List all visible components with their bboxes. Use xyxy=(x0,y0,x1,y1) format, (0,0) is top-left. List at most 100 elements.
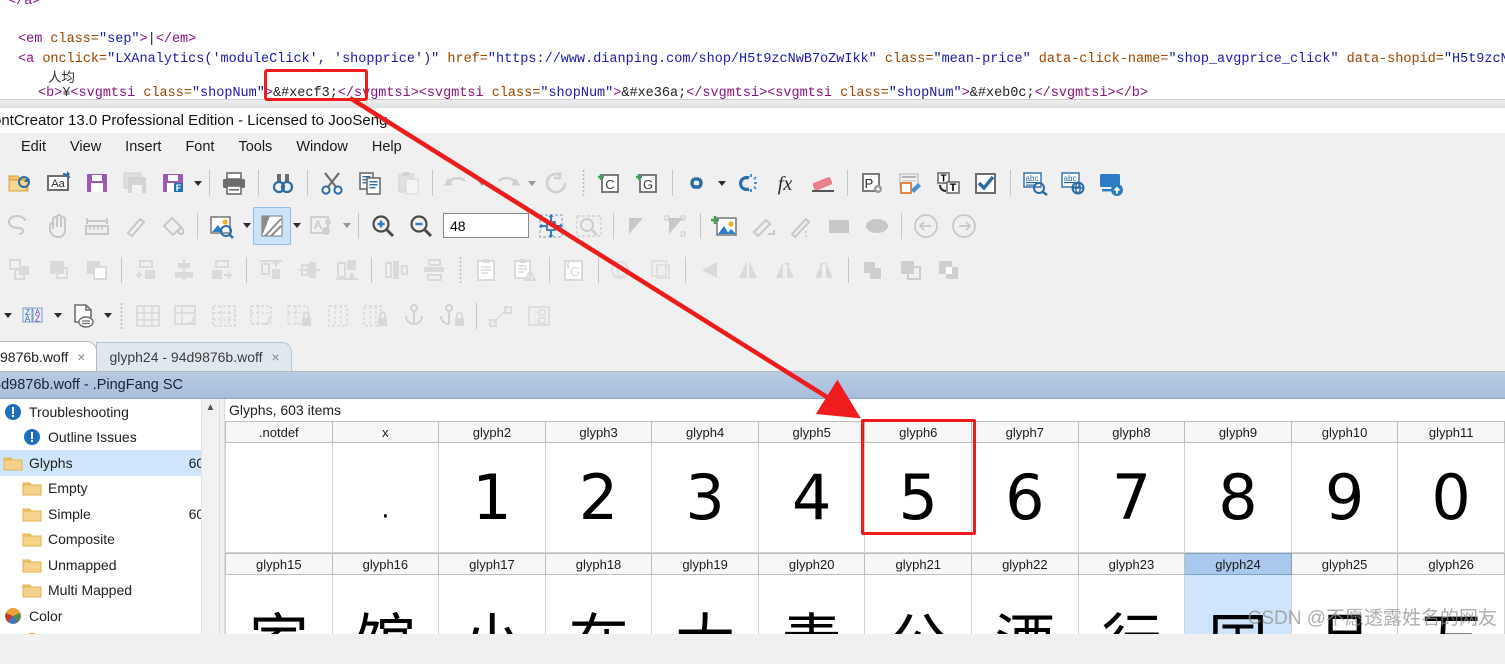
undo-caret-down-icon[interactable] xyxy=(476,164,488,202)
glyph-cell[interactable]: 2 xyxy=(545,443,653,553)
redo-caret-down-icon[interactable] xyxy=(526,164,538,202)
toolbar-grip[interactable] xyxy=(118,301,125,330)
glyph-name-glyph2[interactable]: glyph2 xyxy=(439,421,546,443)
rotate-icon[interactable] xyxy=(604,251,642,289)
function-icon[interactable]: fx xyxy=(766,164,804,202)
glyph-name-glyph23[interactable]: glyph23 xyxy=(1078,553,1186,575)
pen-icon[interactable] xyxy=(782,207,820,245)
glyph-cell[interactable]: 国 xyxy=(1185,575,1292,634)
glyph-cell[interactable]: 品 xyxy=(1291,575,1399,634)
tree-item-empty[interactable]: Empty1 xyxy=(0,476,219,502)
contour-caret-down-icon[interactable] xyxy=(291,207,303,245)
distribute-vertical-icon[interactable] xyxy=(415,251,453,289)
page-properties-icon[interactable] xyxy=(64,297,102,335)
zoom-value-input[interactable]: 48 xyxy=(443,213,529,238)
point-path-icon[interactable] xyxy=(482,297,520,335)
cut-icon[interactable] xyxy=(313,164,351,202)
glyph-cell[interactable]: 家 xyxy=(225,575,333,634)
glyph-name-glyph9[interactable]: glyph9 xyxy=(1185,421,1292,443)
transform-text-icon[interactable]: TT xyxy=(929,164,967,202)
next-glyph-icon[interactable] xyxy=(945,207,983,245)
rectangle-icon[interactable] xyxy=(820,207,858,245)
toolbar-grip[interactable] xyxy=(580,169,587,197)
glyph-cell[interactable]: 6 xyxy=(972,443,1079,553)
glyph-name-x[interactable]: x xyxy=(332,421,440,443)
right-sidebearing-icon[interactable] xyxy=(657,207,695,245)
redo-icon[interactable] xyxy=(488,164,526,202)
copy-icon[interactable] xyxy=(351,164,389,202)
glyph-name-glyph11[interactable]: glyph11 xyxy=(1398,421,1505,443)
glyph-name-glyph19[interactable]: glyph19 xyxy=(652,553,759,575)
grid-icon[interactable] xyxy=(129,297,167,335)
tree-item-color[interactable]: Color0 xyxy=(0,603,219,629)
fill-icon[interactable] xyxy=(154,207,192,245)
glyph-name-glyph15[interactable]: glyph15 xyxy=(225,553,333,575)
refresh-icon[interactable] xyxy=(538,164,576,202)
menu-item-font[interactable]: Font xyxy=(174,136,225,158)
close-icon[interactable]: × xyxy=(272,349,280,365)
glyph-cell[interactable]: 9 xyxy=(1291,443,1399,553)
glyph-name-glyph17[interactable]: glyph17 xyxy=(439,553,546,575)
glyph-name-glyph22[interactable]: glyph22 xyxy=(972,553,1079,575)
align-middle-icon[interactable] xyxy=(290,251,328,289)
glyph-cell[interactable]: 青 xyxy=(758,575,866,634)
glyph-name-glyph3[interactable]: glyph3 xyxy=(545,421,653,443)
grid-lock-icon[interactable] xyxy=(281,297,319,335)
menu-item-tools[interactable]: Tools xyxy=(227,136,283,158)
glyph-cell[interactable]: 酒 xyxy=(972,575,1079,634)
tree-item-composite[interactable]: Composite0 xyxy=(0,527,219,553)
install-font-icon[interactable] xyxy=(1092,164,1130,202)
eraser-icon[interactable] xyxy=(804,164,842,202)
intersect-icon[interactable] xyxy=(892,251,930,289)
save-as-font-icon[interactable]: F xyxy=(154,164,192,202)
exclude-icon[interactable] xyxy=(930,251,968,289)
add-glyph-icon[interactable]: G xyxy=(629,164,667,202)
glyph-cell[interactable]: 大 xyxy=(652,575,759,634)
union-icon[interactable] xyxy=(854,251,892,289)
tree-item-troubleshooting[interactable]: Troubleshooting0 xyxy=(0,399,219,425)
glyph-cell[interactable]: 万 xyxy=(1398,575,1505,634)
align-bottom-icon[interactable] xyxy=(328,251,366,289)
align-center-icon[interactable] xyxy=(165,251,203,289)
glyph-cell[interactable]: 3 xyxy=(652,443,759,553)
guidelines-icon[interactable] xyxy=(205,297,243,335)
clipboard-warning-icon[interactable] xyxy=(506,251,544,289)
save-icon[interactable] xyxy=(78,164,116,202)
find-icon[interactable] xyxy=(264,164,302,202)
knife-icon[interactable] xyxy=(116,207,154,245)
glyph-cell[interactable]: 0 xyxy=(1398,443,1505,553)
bring-to-front-icon[interactable] xyxy=(2,251,40,289)
vertical-guides-lock-icon[interactable] xyxy=(357,297,395,335)
menu-item-insert[interactable]: Insert xyxy=(114,136,172,158)
glyph-cell[interactable] xyxy=(225,443,333,553)
contour-fill-icon[interactable] xyxy=(253,206,291,245)
scroll-up-icon[interactable]: ▲ xyxy=(202,399,219,416)
glyph-cell[interactable]: 8 xyxy=(1185,443,1292,553)
image-caret-down-icon[interactable] xyxy=(241,207,253,245)
web-font-preview-icon[interactable]: abc xyxy=(1054,164,1092,202)
open-font-icon[interactable] xyxy=(2,164,40,202)
freehand-icon[interactable] xyxy=(744,207,782,245)
tree-item-glyphs[interactable]: Glyphs603 xyxy=(0,450,219,476)
glyph-cell[interactable]: 4 xyxy=(758,443,866,553)
hand-icon[interactable] xyxy=(40,207,78,245)
undo-icon[interactable] xyxy=(438,164,476,202)
test-font-icon[interactable]: abc xyxy=(1016,164,1054,202)
tree-item-unmapped[interactable]: Unmapped1 xyxy=(0,552,219,578)
previous-glyph-icon[interactable] xyxy=(907,207,945,245)
page-caret-down-icon[interactable] xyxy=(102,297,114,335)
glyph-name-glyph20[interactable]: glyph20 xyxy=(758,553,866,575)
glyph-name-glyph6[interactable]: glyph6 xyxy=(865,421,973,443)
glyph-name-glyph7[interactable]: glyph7 xyxy=(972,421,1079,443)
new-font-from-font-icon[interactable]: Aa xyxy=(40,164,78,202)
glyph-name-glyph21[interactable]: glyph21 xyxy=(865,553,973,575)
clipboard-glyph-icon[interactable]: G xyxy=(555,251,593,289)
glyph-name-glyph16[interactable]: glyph16 xyxy=(332,553,440,575)
insert-image-icon[interactable] xyxy=(706,207,744,245)
glyph-name-glyph25[interactable]: glyph25 xyxy=(1291,553,1399,575)
tree-item-multi-mapped[interactable]: Multi Mapped0 xyxy=(0,578,219,604)
glyph-name-glyph10[interactable]: glyph10 xyxy=(1291,421,1399,443)
text-style-caret-down-icon[interactable] xyxy=(341,207,353,245)
tree-item-simple[interactable]: Simple602 xyxy=(0,501,219,527)
print-icon[interactable] xyxy=(215,164,253,202)
